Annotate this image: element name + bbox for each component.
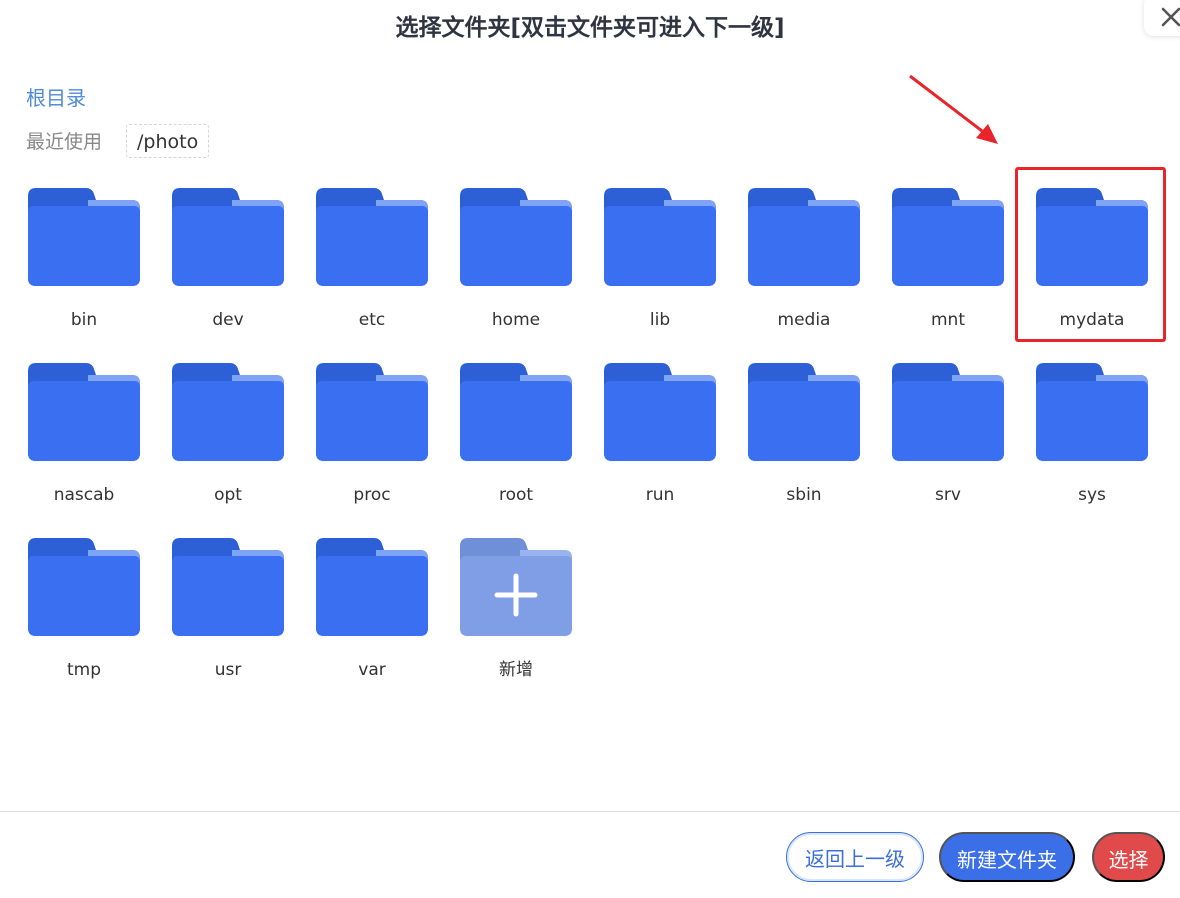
folder-tile-sbin[interactable]: sbin [732, 357, 876, 522]
folder-icon [316, 363, 428, 461]
folder-tile-lib[interactable]: lib [588, 182, 732, 347]
select-button[interactable]: 选择 [1092, 832, 1165, 882]
folder-icon [460, 188, 572, 286]
folder-tile-nascab[interactable]: nascab [12, 357, 156, 522]
folder-icon [892, 363, 1004, 461]
back-up-button[interactable]: 返回上一级 [786, 832, 924, 882]
folder-label: sbin [786, 485, 822, 505]
arrow-annotation-icon [909, 74, 998, 144]
folder-tile-tmp[interactable]: tmp [12, 532, 156, 697]
folder-tile-dev[interactable]: dev [156, 182, 300, 347]
folder-label: lib [649, 310, 671, 330]
folder-icon [748, 363, 860, 461]
folder-label: etc [358, 310, 386, 330]
close-icon [1161, 7, 1180, 27]
folder-label: media [777, 310, 831, 330]
add-folder-icon [460, 538, 572, 636]
folder-tile-bin[interactable]: bin [12, 182, 156, 347]
folder-tile-var[interactable]: var [300, 532, 444, 697]
new-folder-button[interactable]: 新建文件夹 [939, 832, 1075, 882]
recent-path-photo[interactable]: /photo [126, 124, 210, 158]
close-button[interactable] [1144, 0, 1180, 36]
folder-tile-usr[interactable]: usr [156, 532, 300, 697]
folder-icon [28, 538, 140, 636]
folder-icon [316, 538, 428, 636]
folder-icon [172, 363, 284, 461]
folder-icon [172, 188, 284, 286]
folder-label: bin [70, 310, 98, 330]
folder-label: 新增 [499, 660, 533, 680]
folder-label: run [645, 485, 675, 505]
folder-tile-mnt[interactable]: mnt [876, 182, 1020, 347]
folder-label: root [498, 485, 534, 505]
folder-icon [604, 188, 716, 286]
folder-icon [460, 363, 572, 461]
folder-label: tmp [66, 660, 102, 680]
folder-label: proc [353, 485, 391, 505]
folder-icon [1036, 363, 1148, 461]
folder-icon [892, 188, 1004, 286]
recent-used-label: 最近使用 [26, 131, 103, 153]
add-folder-tile[interactable]: 新增 [444, 532, 588, 697]
folder-tile-home[interactable]: home [444, 182, 588, 347]
highlight-box [1015, 167, 1166, 342]
folder-tile-media[interactable]: media [732, 182, 876, 347]
dialog-title: 选择文件夹[双击文件夹可进入下一级] [395, 15, 785, 41]
folder-tile-root[interactable]: root [444, 357, 588, 522]
folder-icon [748, 188, 860, 286]
root-directory-link[interactable]: 根目录 [26, 84, 86, 112]
folder-label: srv [935, 485, 961, 505]
folder-label: mnt [931, 310, 965, 330]
folder-label: home [491, 310, 541, 330]
folder-tile-run[interactable]: run [588, 357, 732, 522]
folder-label: opt [214, 485, 242, 505]
footer-divider [0, 811, 1180, 812]
folder-tile-srv[interactable]: srv [876, 357, 1020, 522]
folder-label: dev [212, 310, 244, 330]
folder-label: var [358, 660, 386, 680]
folder-label: usr [214, 660, 242, 680]
folder-icon [604, 363, 716, 461]
folder-tile-etc[interactable]: etc [300, 182, 444, 347]
folder-icon [28, 363, 140, 461]
folder-tile-proc[interactable]: proc [300, 357, 444, 522]
folder-label: sys [1078, 485, 1106, 505]
folder-label: nascab [53, 485, 115, 505]
folder-tile-sys[interactable]: sys [1020, 357, 1164, 522]
folder-icon [28, 188, 140, 286]
folder-tile-opt[interactable]: opt [156, 357, 300, 522]
folder-icon [172, 538, 284, 636]
folder-icon [316, 188, 428, 286]
